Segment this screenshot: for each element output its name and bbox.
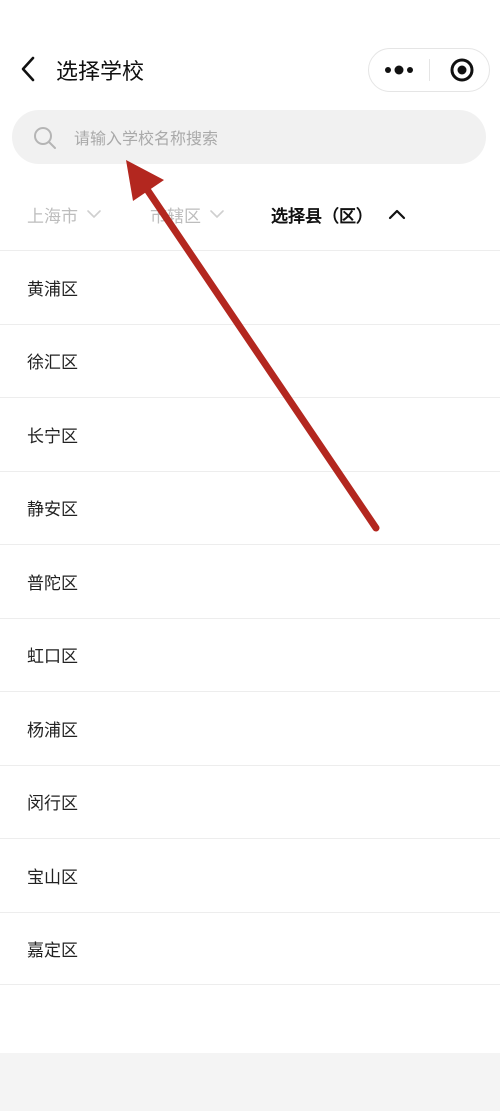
page-title: 选择学校 xyxy=(56,60,145,85)
search-icon xyxy=(34,127,56,149)
district-name: 宝山区 xyxy=(27,867,78,888)
filter-county-district-label: 选择县（区） xyxy=(271,206,373,227)
chevron-down-icon xyxy=(210,210,224,219)
school-search-input[interactable] xyxy=(72,110,476,166)
close-mini-program-button[interactable] xyxy=(431,49,489,91)
district-list: 黄浦区 徐汇区 长宁区 静安区 普陀区 虹口区 杨浦区 闵行区 宝山区 嘉定区 xyxy=(0,250,500,985)
list-item[interactable]: 闵行区 xyxy=(0,764,500,839)
target-circle-icon xyxy=(450,58,474,82)
district-name: 静安区 xyxy=(27,500,78,521)
list-item[interactable]: 黄浦区 xyxy=(0,250,500,324)
list-item[interactable]: 长宁区 xyxy=(0,397,500,471)
district-name: 长宁区 xyxy=(27,426,78,447)
list-item[interactable]: 徐汇区 xyxy=(0,323,500,398)
capsule-divider xyxy=(429,59,430,81)
filter-municipal-district[interactable]: 市辖区 xyxy=(150,188,225,240)
bottom-safe-area xyxy=(0,1053,500,1111)
district-name: 黄浦区 xyxy=(27,279,78,300)
chevron-left-icon xyxy=(21,56,35,82)
list-item[interactable]: 嘉定区 xyxy=(0,911,500,985)
region-filter-bar: 上海市 市辖区 选择县（区） xyxy=(0,188,500,240)
status-bar xyxy=(0,0,500,34)
list-item[interactable]: 杨浦区 xyxy=(0,691,500,765)
district-name: 徐汇区 xyxy=(27,353,78,374)
chevron-down-icon xyxy=(87,210,101,219)
district-name: 杨浦区 xyxy=(27,720,78,741)
filter-county-district[interactable]: 选择县（区） xyxy=(271,188,407,240)
district-name: 嘉定区 xyxy=(27,940,78,961)
filter-municipal-district-label: 市辖区 xyxy=(150,206,201,227)
list-item[interactable]: 静安区 xyxy=(0,470,500,545)
search-bar xyxy=(12,110,486,166)
list-item[interactable]: 宝山区 xyxy=(0,838,500,912)
chevron-up-icon xyxy=(388,209,406,220)
mini-program-capsule xyxy=(368,48,490,92)
district-name: 普陀区 xyxy=(27,573,78,594)
list-item[interactable]: 虹口区 xyxy=(0,617,500,692)
district-name: 虹口区 xyxy=(27,647,78,668)
more-button[interactable] xyxy=(369,49,427,91)
select-school-page: 选择学校 上海市 xyxy=(0,0,500,1111)
district-name: 闵行区 xyxy=(27,794,78,815)
more-dots-icon xyxy=(385,65,413,75)
navigation-bar: 选择学校 xyxy=(0,40,500,100)
filter-city-label: 上海市 xyxy=(27,206,78,227)
back-button[interactable] xyxy=(14,52,44,86)
filter-city[interactable]: 上海市 xyxy=(27,188,102,240)
list-item[interactable]: 普陀区 xyxy=(0,544,500,618)
